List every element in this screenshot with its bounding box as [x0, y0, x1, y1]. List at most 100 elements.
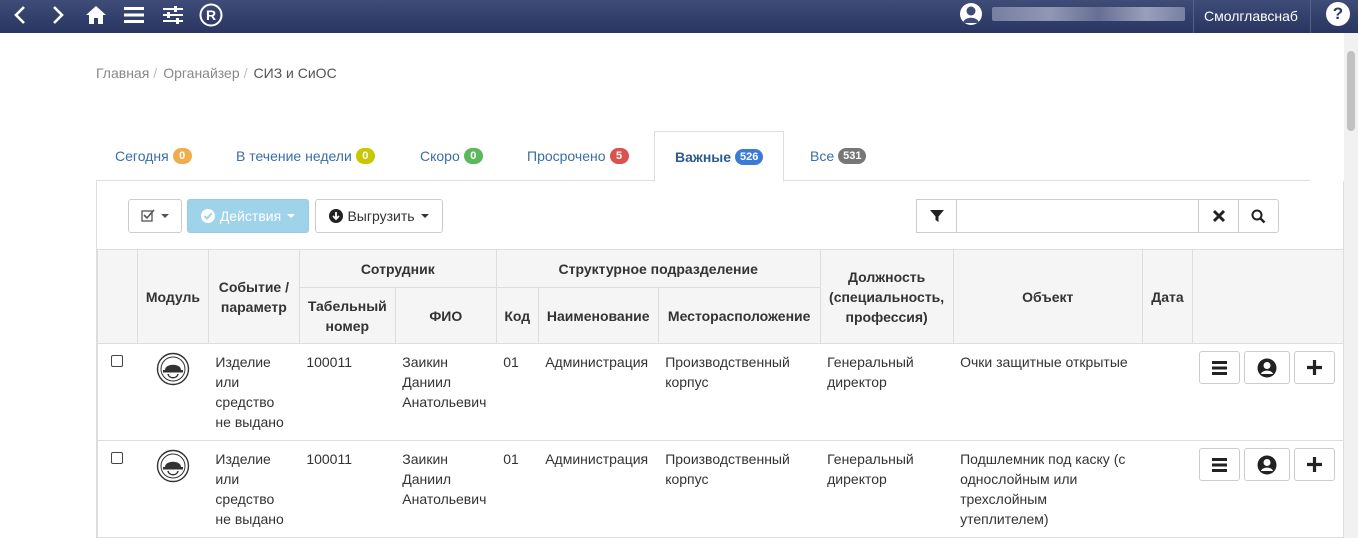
- object-cell: Очки защитные открытые: [953, 343, 1143, 441]
- page-scrollbar[interactable]: [1344, 33, 1358, 538]
- row-checkbox[interactable]: [111, 452, 123, 464]
- date-cell: [1142, 343, 1193, 441]
- check-circle-icon: [200, 209, 215, 223]
- details-button[interactable]: [1199, 351, 1241, 384]
- search-icon: [1251, 209, 1266, 223]
- column-header-code[interactable]: Код: [495, 287, 539, 344]
- chevron-down-icon: [161, 214, 169, 218]
- module-cell: [137, 343, 209, 441]
- chevron-left-icon[interactable]: [6, 2, 34, 28]
- breadcrumb-current: СИЗ и СиОС: [253, 65, 337, 81]
- column-header-location[interactable]: Месторасположение: [657, 287, 821, 344]
- hard-hat-icon: [156, 449, 190, 483]
- search-input[interactable]: [956, 199, 1199, 233]
- tab-all[interactable]: Все 531: [810, 131, 867, 181]
- breadcrumb-home[interactable]: Главная: [96, 65, 149, 81]
- object-cell: Подшлемник под каску (с однослойным или …: [953, 440, 1143, 538]
- tab-today[interactable]: Сегодня 0: [115, 131, 192, 181]
- plus-icon: [1307, 360, 1323, 375]
- top-navigation-bar: R Смолглавснаб ?: [0, 0, 1358, 33]
- row-actions-column-header: [1191, 249, 1345, 344]
- column-header-module[interactable]: Модуль: [136, 249, 209, 344]
- count-badge: 5: [609, 148, 629, 164]
- organization-name[interactable]: Смолглавснаб: [1204, 8, 1298, 24]
- breadcrumb-separator: /: [153, 65, 158, 81]
- breadcrumb: Главная / Органайзер / СИЗ и СиОС: [96, 65, 337, 81]
- user-circle-icon: [1257, 455, 1277, 474]
- chevron-right-icon[interactable]: [44, 2, 72, 28]
- employee-card-button[interactable]: [1244, 351, 1291, 384]
- count-badge: 0: [355, 148, 375, 164]
- row-checkbox[interactable]: [111, 355, 123, 367]
- home-icon[interactable]: [82, 2, 110, 28]
- name-cell: Администрация: [538, 343, 659, 441]
- user-name-redacted: [992, 7, 1185, 21]
- event-cell: Изделие или средство не выдано: [208, 440, 300, 538]
- column-header-fio[interactable]: ФИО: [394, 287, 497, 344]
- tab-this-week[interactable]: В течение недели 0: [236, 131, 375, 181]
- tab-label: Сегодня: [115, 148, 169, 164]
- tab-label: Скоро: [420, 148, 460, 164]
- status-tabs: Сегодня 0 В течение недели 0 Скоро 0 Про…: [96, 131, 1310, 182]
- add-button[interactable]: [1294, 351, 1336, 384]
- list-icon: [1212, 360, 1228, 375]
- actions-button[interactable]: Действия: [187, 199, 309, 233]
- help-icon[interactable]: ?: [1326, 2, 1350, 26]
- tab-soon[interactable]: Скоро 0: [420, 131, 483, 181]
- clear-search-button[interactable]: [1198, 199, 1239, 233]
- row-select-cell: [97, 440, 138, 538]
- date-cell: [1142, 440, 1193, 538]
- results-table: Модуль Событие / параметр Сотрудник Стру…: [97, 249, 1345, 538]
- location-cell: Производственный корпус: [658, 440, 821, 538]
- breadcrumb-separator: /: [243, 65, 248, 81]
- select-dropdown-button[interactable]: [128, 199, 182, 233]
- add-button[interactable]: [1294, 448, 1336, 481]
- tab-overdue[interactable]: Просрочено 5: [527, 131, 629, 181]
- scrollbar-thumb[interactable]: [1347, 51, 1355, 131]
- tab-important[interactable]: Важные 526: [654, 131, 785, 182]
- tab-label: В течение недели: [236, 148, 352, 164]
- employee-card-button[interactable]: [1244, 448, 1291, 481]
- export-button[interactable]: Выгрузить: [315, 199, 443, 233]
- svg-text:R: R: [206, 7, 216, 23]
- user-icon[interactable]: [960, 3, 982, 25]
- tab-label: Просрочено: [527, 148, 606, 164]
- details-button[interactable]: [1199, 448, 1241, 481]
- column-header-position[interactable]: Должность (специальность, профессия): [819, 249, 954, 344]
- column-header-date[interactable]: Дата: [1141, 249, 1193, 344]
- results-panel: Действия Выгрузить Модуль Событие / пара…: [96, 181, 1345, 538]
- sliders-icon[interactable]: [159, 2, 187, 28]
- tab-number-cell: 100011: [299, 440, 396, 538]
- position-cell: Генеральный директор: [820, 440, 954, 538]
- divider: [1310, 0, 1311, 33]
- export-label: Выгрузить: [347, 208, 415, 224]
- count-badge: 0: [463, 148, 483, 164]
- tab-label: Важные: [675, 148, 732, 165]
- row-actions-cell: [1192, 343, 1344, 441]
- column-group-employee: Сотрудник: [298, 249, 497, 288]
- count-badge: 526: [735, 148, 764, 165]
- tab-label: Все: [810, 148, 835, 164]
- filter-button[interactable]: [916, 199, 957, 233]
- hard-hat-icon: [156, 352, 190, 386]
- registered-icon[interactable]: R: [197, 2, 225, 28]
- column-group-division: Структурное подразделение: [495, 249, 821, 288]
- table-row[interactable]: Изделие или средство не выдано 100011 За…: [97, 343, 1344, 441]
- menu-icon[interactable]: [120, 2, 148, 28]
- table-row[interactable]: Изделие или средство не выдано 100011 За…: [97, 440, 1344, 538]
- position-cell: Генеральный директор: [820, 343, 954, 441]
- column-header-tab-number[interactable]: Табельный номер: [298, 287, 396, 344]
- column-header-event[interactable]: Событие / параметр: [207, 249, 300, 344]
- user-circle-icon: [1257, 358, 1277, 377]
- column-header-name[interactable]: Наименование: [537, 287, 659, 344]
- divider: [1193, 0, 1194, 33]
- breadcrumb-organizer[interactable]: Органайзер: [163, 65, 239, 81]
- event-cell: Изделие или средство не выдано: [208, 343, 300, 441]
- row-actions-cell: [1192, 440, 1344, 538]
- filter-icon: [929, 210, 944, 222]
- chevron-down-icon: [287, 214, 296, 218]
- tab-number-cell: 100011: [299, 343, 396, 441]
- column-header-object[interactable]: Объект: [952, 249, 1143, 344]
- name-cell: Администрация: [538, 440, 659, 538]
- search-button[interactable]: [1238, 199, 1279, 233]
